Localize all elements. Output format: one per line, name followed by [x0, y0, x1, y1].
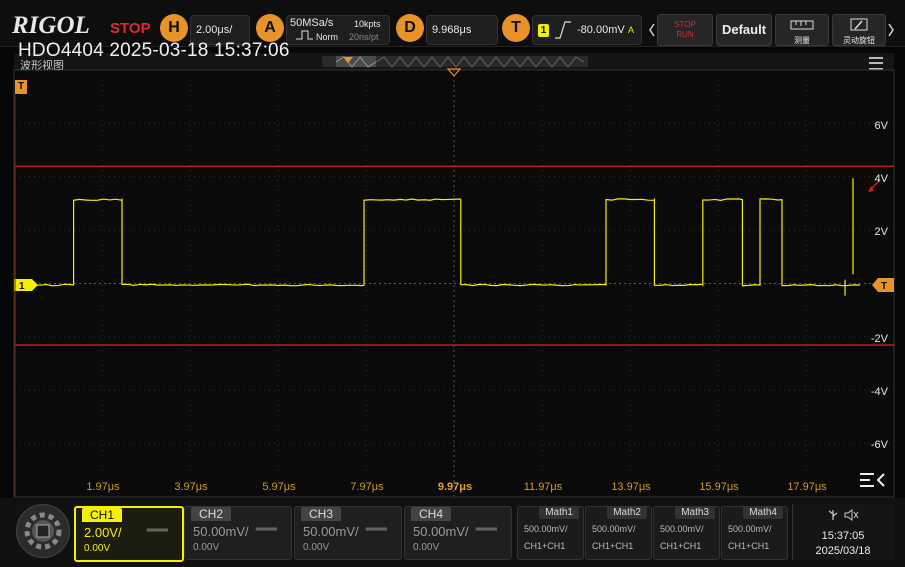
y-label-neg4v: -4V: [858, 386, 888, 398]
ch1-trace: [34, 199, 860, 286]
math-2-tab[interactable]: Math2: [607, 507, 647, 519]
ch1-ground-marker: [14, 279, 38, 291]
channel-4-box[interactable]: CH4 50.00mV/ ═══ 0.00V: [404, 506, 512, 560]
usb-and-sound-icons: [793, 507, 893, 523]
math-4-box[interactable]: Math4 500.00mV/ CH1+CH1: [721, 506, 788, 560]
channel-3-tab[interactable]: CH3: [301, 507, 341, 521]
y-label-6v: 6V: [858, 120, 888, 132]
channel-2-tab[interactable]: CH2: [191, 507, 231, 521]
channel-3-offset: 0.00V: [303, 542, 329, 553]
math-1-box[interactable]: Math1 500.00mV/ CH1+CH1: [517, 506, 584, 560]
channel-1-box[interactable]: CH1 2.00V/ ═══ 0.00V: [74, 506, 184, 562]
x-label-1: 3.97μs: [161, 481, 221, 493]
channel-3-coupling: ═══: [366, 524, 387, 535]
channel-3-scale: 50.00mV/: [303, 524, 359, 539]
channel-4-scale: 50.00mV/: [413, 524, 469, 539]
math-1-tab[interactable]: Math1: [539, 507, 579, 519]
channel-2-offset: 0.00V: [193, 542, 219, 553]
x-label-8: 17.97μs: [777, 481, 837, 493]
channel-3-box[interactable]: CH3 50.00mV/ ═══ 0.00V: [294, 506, 402, 560]
math-4-expr: CH1+CH1: [728, 541, 769, 551]
trigger-position-marker[interactable]: T: [15, 80, 27, 94]
trigger-level-marker-label: T: [881, 281, 887, 292]
channel-2-scale: 50.00mV/: [193, 524, 249, 539]
math-2-box[interactable]: Math2 500.00mV/ CH1+CH1: [585, 506, 652, 560]
math-3-tab[interactable]: Math3: [675, 507, 715, 519]
math-1-scale: 500.00mV/: [524, 524, 568, 534]
x-label-2: 5.97μs: [249, 481, 309, 493]
ch1-ground-marker-label: 1: [19, 281, 25, 292]
channel-2-box[interactable]: CH2 50.00mV/ ═══ 0.00V: [184, 506, 292, 560]
gear-icon: [17, 505, 69, 557]
math-1-expr: CH1+CH1: [524, 541, 565, 551]
y-label-4v: 4V: [858, 173, 888, 185]
math-4-scale: 500.00mV/: [728, 524, 772, 534]
x-label-5: 11.97μs: [513, 481, 573, 493]
settings-gear-button[interactable]: [16, 504, 70, 558]
channel-2-coupling: ═══: [256, 524, 277, 535]
x-label-3: 7.97μs: [337, 481, 397, 493]
y-label-neg6v: -6V: [858, 439, 888, 451]
math-2-scale: 500.00mV/: [592, 524, 636, 534]
y-label-2v: 2V: [858, 226, 888, 238]
channel-1-offset: 0.00V: [84, 543, 110, 554]
channel-1-scale: 2.00V/: [84, 525, 122, 540]
channel-4-coupling: ═══: [476, 524, 497, 535]
channel-1-coupling: ═══: [147, 525, 168, 536]
channel-4-offset: 0.00V: [413, 542, 439, 553]
math-4-tab[interactable]: Math4: [743, 507, 783, 519]
math-3-box[interactable]: Math3 500.00mV/ CH1+CH1: [653, 506, 720, 560]
system-clock: 15:37:05 2025/03/18: [792, 504, 893, 560]
channel-1-tab[interactable]: CH1: [82, 508, 122, 522]
x-label-6: 13.97μs: [601, 481, 661, 493]
math-2-expr: CH1+CH1: [592, 541, 633, 551]
clock-time: 15:37:05: [793, 530, 893, 542]
oscilloscope-screen: RIGOL STOP H 2.00μs/ A 50MSa/s 10kpts No…: [0, 0, 905, 567]
clock-date: 2025/03/18: [793, 545, 893, 557]
channel-4-tab[interactable]: CH4: [411, 507, 451, 521]
x-label-7: 15.97μs: [689, 481, 749, 493]
x-label-0: 1.97μs: [73, 481, 133, 493]
math-3-scale: 500.00mV/: [660, 524, 704, 534]
math-3-expr: CH1+CH1: [660, 541, 701, 551]
y-label-neg2v: -2V: [858, 333, 888, 345]
x-label-4: 9.97μs: [425, 481, 485, 493]
